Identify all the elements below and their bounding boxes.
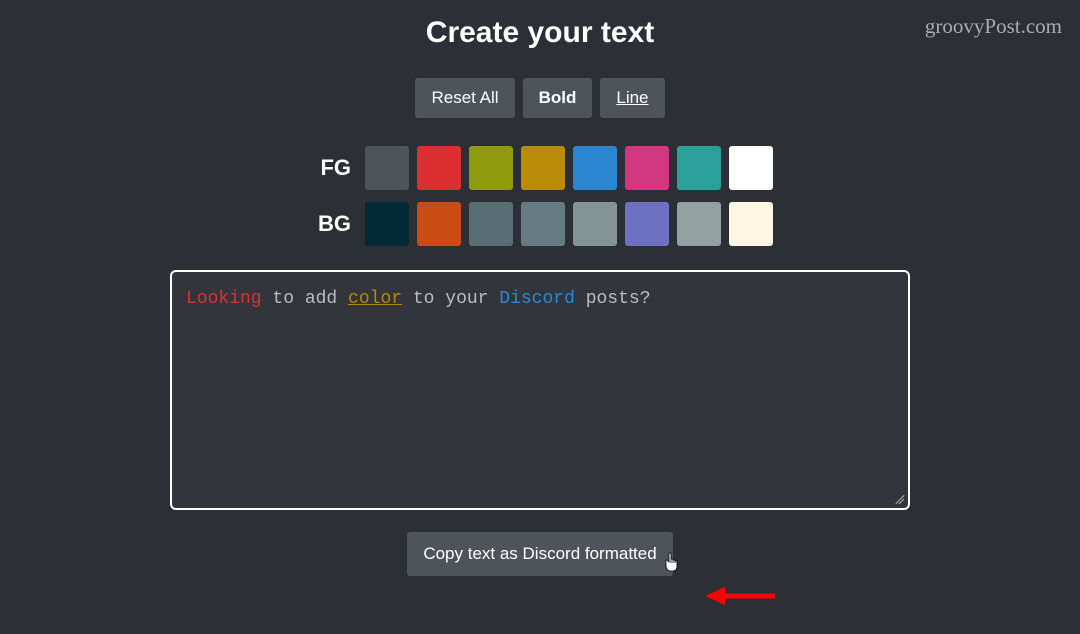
fg-swatch-3[interactable] xyxy=(521,146,565,190)
bg-swatch-6[interactable] xyxy=(677,202,721,246)
copy-row: Copy text as Discord formatted xyxy=(407,532,672,576)
bg-swatch-3[interactable] xyxy=(521,202,565,246)
fg-swatch-0[interactable] xyxy=(365,146,409,190)
reset-all-button[interactable]: Reset All xyxy=(415,78,514,118)
fg-swatch-2[interactable] xyxy=(469,146,513,190)
line-button[interactable]: Line xyxy=(600,78,664,118)
bg-swatch-row: BG xyxy=(307,202,773,246)
editor-segment: to add xyxy=(262,289,348,309)
editor-line: Looking to add color to your Discord pos… xyxy=(186,286,894,313)
fg-swatch-row: FG xyxy=(307,146,773,190)
fg-swatch-1[interactable] xyxy=(417,146,461,190)
fg-swatch-7[interactable] xyxy=(729,146,773,190)
fg-swatch-5[interactable] xyxy=(625,146,669,190)
page-title: Create your text xyxy=(426,16,654,50)
arrow-annotation-icon xyxy=(705,584,775,613)
bold-button[interactable]: Bold xyxy=(523,78,593,118)
copy-button[interactable]: Copy text as Discord formatted xyxy=(407,532,672,576)
editor-segment: color xyxy=(348,289,402,309)
main-container: Create your text Reset All Bold Line FG … xyxy=(0,0,1080,576)
bg-label: BG xyxy=(307,211,351,237)
resize-handle-icon[interactable] xyxy=(892,492,904,504)
watermark-text: groovyPost.com xyxy=(925,14,1062,39)
bg-swatch-0[interactable] xyxy=(365,202,409,246)
bg-swatch-1[interactable] xyxy=(417,202,461,246)
editor-segment: posts? xyxy=(575,289,651,309)
style-toolbar: Reset All Bold Line xyxy=(415,78,664,118)
fg-swatch-4[interactable] xyxy=(573,146,617,190)
editor-segment: to your xyxy=(402,289,499,309)
editor-segment: Looking xyxy=(186,289,262,309)
bg-swatch-7[interactable] xyxy=(729,202,773,246)
pointer-cursor-icon xyxy=(663,552,679,577)
bg-swatch-4[interactable] xyxy=(573,202,617,246)
text-editor[interactable]: Looking to add color to your Discord pos… xyxy=(170,270,910,510)
bg-swatch-5[interactable] xyxy=(625,202,669,246)
fg-swatch-6[interactable] xyxy=(677,146,721,190)
editor-segment: Discord xyxy=(499,289,575,309)
bg-swatch-2[interactable] xyxy=(469,202,513,246)
fg-label: FG xyxy=(307,155,351,181)
